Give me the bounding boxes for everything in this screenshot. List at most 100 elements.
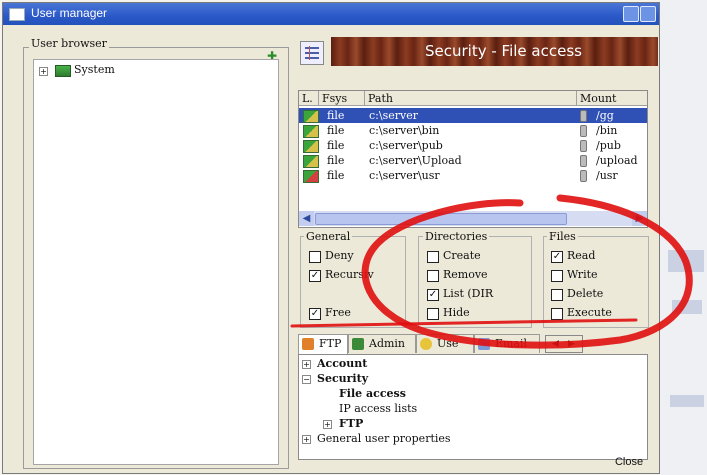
delete-label: Delete xyxy=(567,287,604,300)
page-margin xyxy=(658,0,707,475)
write-checkbox[interactable] xyxy=(551,270,563,282)
mount-cell: /gg xyxy=(596,109,614,122)
tab-email[interactable]: Email xyxy=(474,334,540,353)
read-checkbox[interactable]: ✓ xyxy=(551,251,563,263)
tree-item-general-user-properties[interactable]: General user properties xyxy=(317,432,451,445)
horizontal-scrollbar[interactable]: ◀ ▶ xyxy=(299,211,647,226)
tab-label: Admin xyxy=(369,337,406,350)
user-icon xyxy=(420,338,432,350)
close-window-button[interactable] xyxy=(640,6,656,22)
expand-icon[interactable]: + xyxy=(302,360,311,369)
user-manager-window: User manager User browser ✚ + System Sec… xyxy=(2,2,660,474)
tree-item-system[interactable]: System xyxy=(74,63,115,76)
deny-checkbox[interactable] xyxy=(309,251,321,263)
remove-label: Remove xyxy=(443,268,488,281)
table-row[interactable]: file c:\server\Upload /upload xyxy=(299,153,647,168)
file-system-icon xyxy=(303,170,319,183)
mount-cell: /bin xyxy=(596,124,618,137)
table-row[interactable]: file c:\server\pub /pub xyxy=(299,138,647,153)
settings-tree[interactable]: + Account − Security File access IP acce… xyxy=(298,354,648,460)
close-button[interactable]: Close xyxy=(607,453,651,471)
mount-cell: /usr xyxy=(596,169,618,182)
email-icon xyxy=(478,338,490,350)
collapse-icon[interactable]: − xyxy=(302,375,311,384)
expand-icon[interactable]: + xyxy=(302,435,311,444)
drive-icon xyxy=(580,155,587,167)
fsys-cell: file xyxy=(327,124,345,137)
fsys-cell: file xyxy=(327,139,345,152)
hide-label: Hide xyxy=(443,306,470,319)
file-system-icon xyxy=(303,155,319,168)
list-dir-checkbox[interactable]: ✓ xyxy=(427,289,439,301)
table-row[interactable]: file c:\server /gg xyxy=(299,108,647,123)
path-cell: c:\server\Upload xyxy=(369,154,462,167)
grid-view-icon[interactable] xyxy=(300,41,324,65)
tree-item-security[interactable]: Security xyxy=(317,372,368,385)
hide-checkbox[interactable] xyxy=(427,308,439,320)
column-header[interactable]: Fsys xyxy=(319,91,365,106)
file-access-list[interactable]: L. Fsys Path Mount point file c:\server … xyxy=(298,90,648,228)
tree-item-file-access[interactable]: File access xyxy=(339,387,406,400)
scroll-thumb[interactable] xyxy=(315,213,567,225)
window-title: User manager xyxy=(31,6,108,20)
write-label: Write xyxy=(567,268,598,281)
tab-ftp[interactable]: FTP xyxy=(298,334,348,354)
ftp-icon xyxy=(302,338,314,350)
column-header[interactable]: L. xyxy=(299,91,319,106)
table-row[interactable]: file c:\server\usr /usr xyxy=(299,168,647,183)
create-label: Create xyxy=(443,249,481,262)
fsys-cell: file xyxy=(327,169,345,182)
remove-checkbox[interactable] xyxy=(427,270,439,282)
file-system-icon xyxy=(303,140,319,153)
tree-item-account[interactable]: Account xyxy=(317,357,367,370)
tab-scroll-left-icon[interactable]: ◀ xyxy=(552,336,559,352)
user-browser-label: User browser xyxy=(29,37,109,50)
drive-icon xyxy=(580,125,587,137)
window-icon xyxy=(9,8,25,21)
expand-icon[interactable]: + xyxy=(39,67,48,76)
section-banner: Security - File access xyxy=(331,37,658,66)
tab-label: Email xyxy=(495,337,528,350)
delete-checkbox[interactable] xyxy=(551,289,563,301)
column-header[interactable]: Path xyxy=(365,91,577,106)
drive-icon xyxy=(580,170,587,182)
users-icon xyxy=(55,65,71,77)
general-title: General xyxy=(304,230,353,243)
tab-label: Use xyxy=(437,337,459,350)
file-system-icon xyxy=(303,110,319,123)
list-dir-label: List (DIR xyxy=(443,287,494,300)
table-row[interactable]: file c:\server\bin /bin xyxy=(299,123,647,138)
tab-label: FTP xyxy=(319,337,342,350)
fsys-cell: file xyxy=(327,154,345,167)
column-header[interactable]: Mount point xyxy=(577,91,647,120)
scroll-left-icon[interactable]: ◀ xyxy=(299,211,314,226)
drive-icon xyxy=(580,140,587,152)
recursive-checkbox[interactable]: ✓ xyxy=(309,270,321,282)
execute-checkbox[interactable] xyxy=(551,308,563,320)
tree-item-ftp[interactable]: FTP xyxy=(339,417,363,430)
user-tree[interactable]: + System xyxy=(33,59,279,465)
minimize-button[interactable] xyxy=(623,6,639,22)
path-cell: c:\server xyxy=(369,109,418,122)
create-checkbox[interactable] xyxy=(427,251,439,263)
title-bar[interactable]: User manager xyxy=(3,3,659,25)
execute-label: Execute xyxy=(567,306,612,319)
tab-admin[interactable]: Admin xyxy=(348,334,416,353)
deny-label: Deny xyxy=(325,249,354,262)
free-checkbox[interactable]: ✓ xyxy=(309,308,321,320)
path-cell: c:\server\usr xyxy=(369,169,440,182)
mount-cell: /pub xyxy=(596,139,621,152)
directories-title: Directories xyxy=(423,230,490,243)
tab-scroll-right-icon[interactable]: ▶ xyxy=(568,336,575,352)
tab-user[interactable]: Use xyxy=(416,334,474,353)
expand-icon[interactable]: + xyxy=(323,420,332,429)
free-label: Free xyxy=(325,306,351,319)
tree-item-ip-access-lists[interactable]: IP access lists xyxy=(339,402,417,415)
file-system-icon xyxy=(303,125,319,138)
tab-scroll-arrows: ◀ ▶ xyxy=(545,335,583,353)
path-cell: c:\server\pub xyxy=(369,139,443,152)
mount-cell: /upload xyxy=(596,154,638,167)
recursive-label: Recursiv xyxy=(325,268,374,281)
files-title: Files xyxy=(547,230,578,243)
scroll-right-icon[interactable]: ▶ xyxy=(632,211,647,226)
